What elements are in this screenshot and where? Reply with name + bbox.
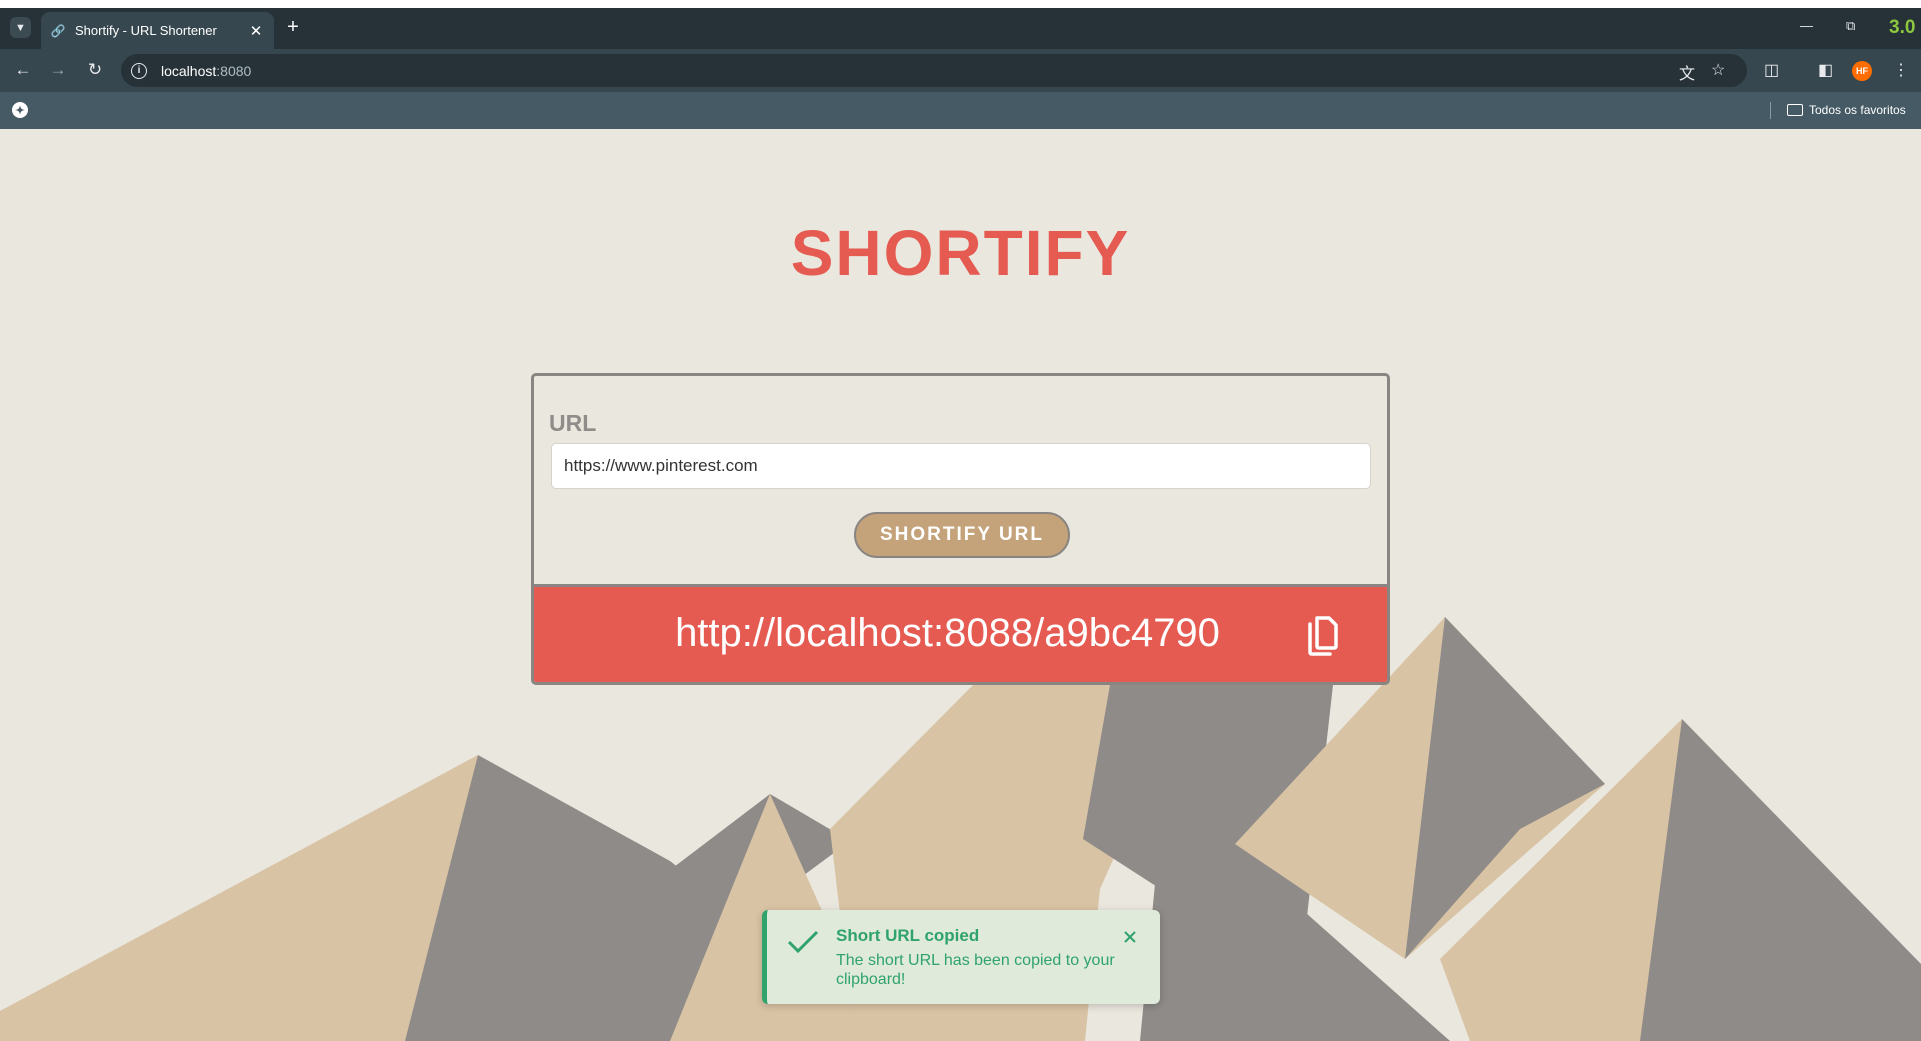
all-bookmarks-folder[interactable]: Todos os favoritos	[1787, 103, 1906, 117]
copied-toast: Short URL copied The short URL has been …	[762, 910, 1160, 1004]
close-toast-icon[interactable]	[1120, 927, 1140, 947]
bookmarks-divider	[1770, 102, 1771, 119]
tab-title: Shortify - URL Shortener	[75, 23, 217, 38]
browser-tab-strip: ▼ 🔗 Shortify - URL Shortener ✕ + — ⧉ 3.0	[0, 0, 1921, 49]
brand-logo: 3.0	[1889, 17, 1916, 38]
url-host: localhost	[161, 62, 217, 79]
reload-icon[interactable]: ↻	[84, 59, 106, 81]
back-arrow-icon[interactable]: ←	[12, 59, 34, 81]
url-label: URL	[549, 410, 597, 436]
side-panel-icon[interactable]: ◧	[1818, 60, 1833, 80]
browser-tab[interactable]: 🔗 Shortify - URL Shortener ✕	[41, 12, 274, 49]
shortener-card: URL SHORTIFY URL http://localhost:8088/a…	[531, 373, 1390, 685]
url-input[interactable]	[551, 443, 1371, 489]
restore-icon[interactable]: ⧉	[1846, 18, 1855, 34]
profile-avatar[interactable]: HF	[1852, 61, 1872, 81]
new-tab-plus-icon[interactable]: +	[283, 16, 303, 39]
extensions-puzzle-icon[interactable]: ◫	[1764, 60, 1779, 80]
globe-bookmark-icon[interactable]: ✦	[12, 102, 28, 118]
tab-search-chevron-down-icon[interactable]: ▼	[10, 17, 31, 38]
browser-toolbar: ← → ↻ i localhost:8080 文 ☆ ◫ ◧ HF ⋮	[0, 49, 1921, 92]
url-port: :8080	[216, 62, 252, 79]
kebab-menu-icon[interactable]: ⋮	[1893, 60, 1909, 80]
short-url-text: http://localhost:8088/a9bc4790	[675, 611, 1220, 655]
short-url-result: http://localhost:8088/a9bc4790	[534, 584, 1387, 682]
close-tab-icon[interactable]: ✕	[248, 22, 264, 40]
minimize-icon[interactable]: —	[1800, 18, 1813, 33]
folder-icon	[1787, 104, 1803, 116]
copy-clipboard-icon[interactable]	[1302, 614, 1342, 658]
site-info-icon[interactable]: i	[131, 62, 147, 79]
bookmarks-folder-label: Todos os favoritos	[1809, 103, 1906, 117]
translate-icon[interactable]: 文	[1679, 60, 1695, 84]
shortify-url-button[interactable]: SHORTIFY URL	[854, 512, 1070, 558]
page-viewport: SHORTIFY URL SHORTIFY URL http://localho…	[0, 129, 1921, 1041]
link-favicon-icon: 🔗	[50, 23, 66, 38]
page-title: SHORTIFY	[790, 217, 1131, 289]
forward-arrow-icon[interactable]: →	[47, 59, 69, 81]
address-bar[interactable]: i localhost:8080 文 ☆	[121, 54, 1747, 87]
bookmarks-bar: ✦ Todos os favoritos	[0, 92, 1921, 129]
check-icon	[787, 930, 819, 954]
toast-title: Short URL copied	[836, 926, 980, 945]
toast-message: The short URL has been copied to your cl…	[836, 952, 1115, 988]
bookmark-star-icon[interactable]: ☆	[1711, 60, 1725, 80]
